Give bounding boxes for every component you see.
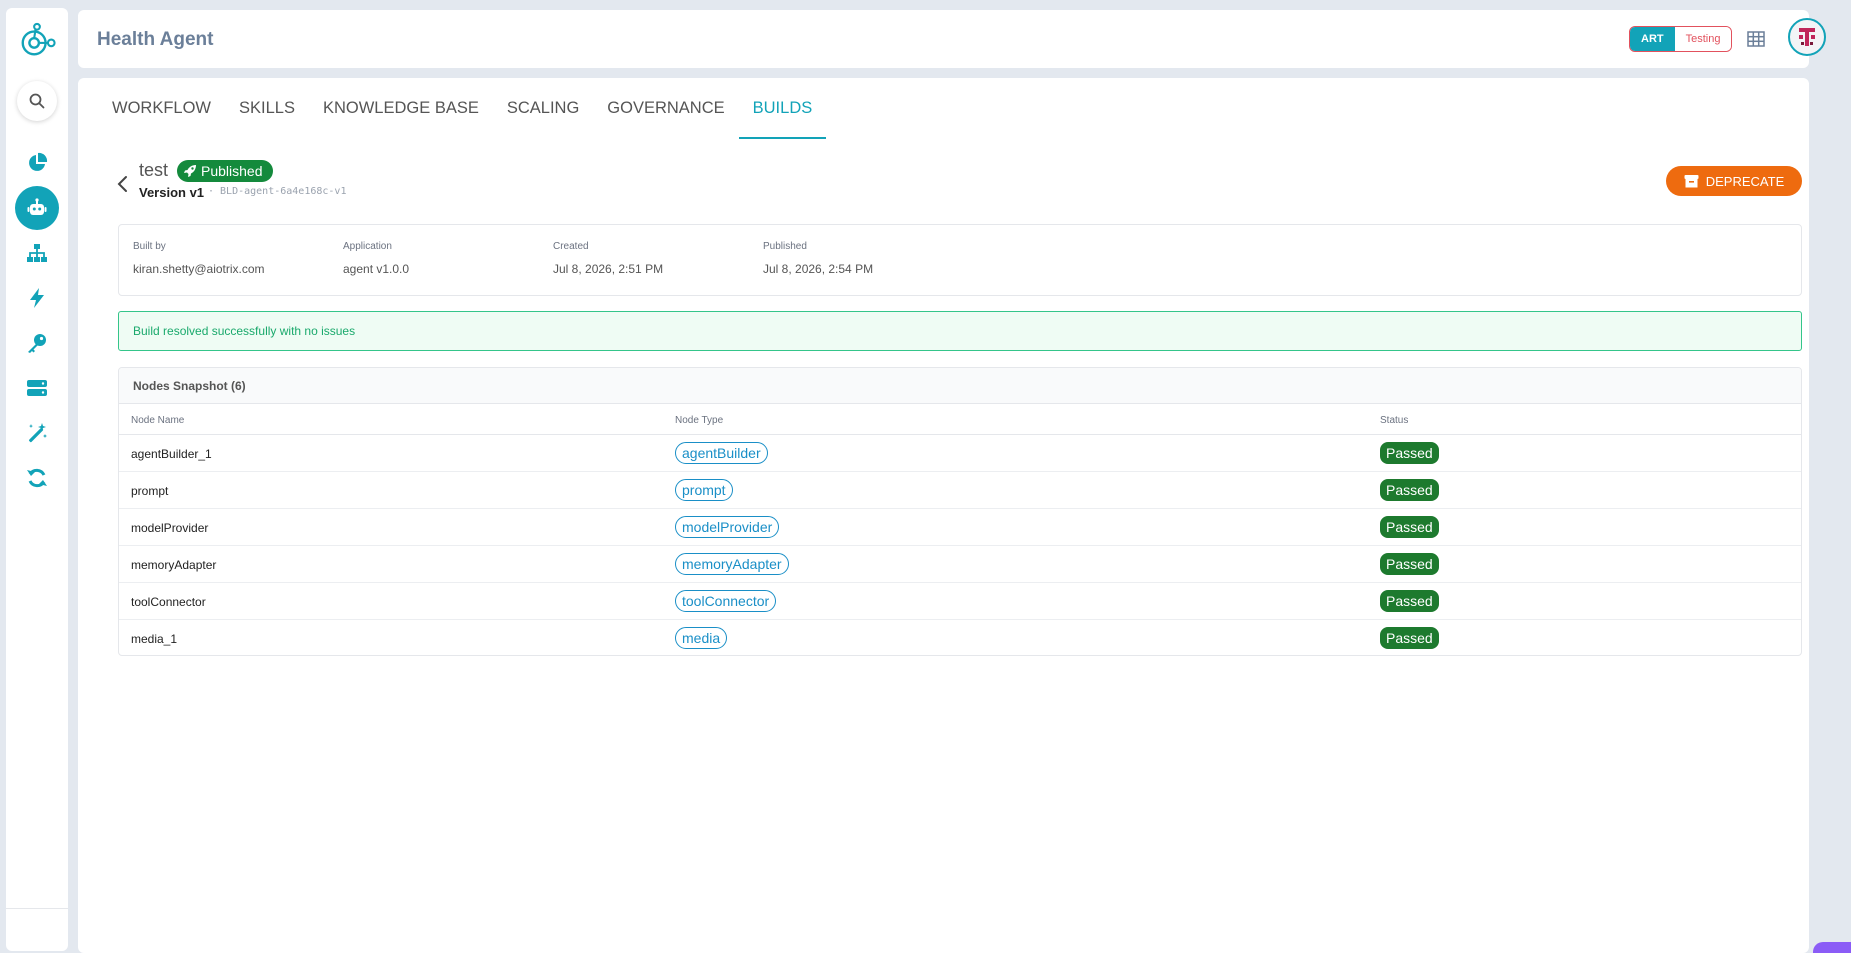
application-value: agent v1.0.0 bbox=[343, 262, 410, 276]
search-button[interactable] bbox=[17, 81, 57, 121]
deprecate-button[interactable]: DEPRECATE bbox=[1666, 166, 1802, 196]
sidebar-item-agents[interactable] bbox=[15, 186, 59, 230]
environment-toggle[interactable]: ART Testing bbox=[1629, 26, 1733, 52]
hierarchy-icon bbox=[27, 244, 47, 262]
node-name: prompt bbox=[131, 484, 169, 498]
status-pill: Passed bbox=[1380, 553, 1439, 575]
bolt-icon bbox=[30, 288, 44, 308]
deprecate-label: DEPRECATE bbox=[1705, 173, 1785, 189]
build-version: Version v1 bbox=[139, 185, 205, 200]
tab-skills[interactable]: SKILLS bbox=[225, 78, 309, 139]
build-info-card: Built by kiran.shetty@aiotrix.com Applic… bbox=[118, 224, 1802, 296]
table-row: prompt prompt Passed bbox=[119, 472, 1801, 509]
sidebar-item-keys[interactable] bbox=[15, 321, 59, 365]
status-badge-label: Published bbox=[201, 163, 263, 179]
published-value: Jul 8, 2026, 2:54 PM bbox=[763, 262, 874, 276]
application-label: Application bbox=[343, 241, 392, 252]
avatar[interactable] bbox=[1788, 18, 1826, 56]
app-logo-icon[interactable] bbox=[18, 22, 56, 60]
main-content: WORKFLOW SKILLS KNOWLEDGE BASE SCALING G… bbox=[78, 78, 1809, 953]
sidebar-item-servers[interactable] bbox=[15, 366, 59, 410]
chat-launcher-button[interactable] bbox=[1813, 942, 1851, 953]
table-row: modelProvider modelProvider Passed bbox=[119, 509, 1801, 546]
sidebar-divider bbox=[6, 908, 68, 909]
pie-chart-icon bbox=[29, 152, 48, 171]
node-name: agentBuilder_1 bbox=[131, 447, 212, 461]
tab-bar: WORKFLOW SKILLS KNOWLEDGE BASE SCALING G… bbox=[98, 78, 827, 139]
sidebar-item-triggers[interactable] bbox=[15, 276, 59, 320]
tab-scaling[interactable]: SCALING bbox=[493, 78, 593, 139]
search-icon bbox=[29, 93, 45, 109]
node-name: memoryAdapter bbox=[131, 558, 217, 572]
status-pill: Passed bbox=[1380, 442, 1439, 464]
nodes-snapshot-card: Nodes Snapshot (6) Node Name Node Type S… bbox=[118, 367, 1802, 656]
built-by-label: Built by bbox=[133, 241, 166, 252]
success-banner: Build resolved successfully with no issu… bbox=[118, 311, 1802, 351]
table-row: agentBuilder_1 agentBuilder Passed bbox=[119, 435, 1801, 472]
sync-icon bbox=[27, 468, 47, 488]
tab-governance[interactable]: GOVERNANCE bbox=[593, 78, 738, 139]
published-label: Published bbox=[763, 241, 807, 252]
tab-builds[interactable]: BUILDS bbox=[738, 78, 827, 139]
node-type-pill: modelProvider bbox=[675, 516, 780, 538]
sidebar-item-sync[interactable] bbox=[15, 456, 59, 500]
env-option-testing[interactable]: Testing bbox=[1674, 27, 1732, 51]
node-name: media_1 bbox=[131, 632, 178, 646]
node-type-pill: agentBuilder bbox=[675, 442, 768, 464]
tab-workflow[interactable]: WORKFLOW bbox=[98, 78, 225, 139]
status-pill: Passed bbox=[1380, 516, 1439, 538]
top-header: Health Agent ART Testing bbox=[78, 10, 1826, 68]
column-node-name: Node Name bbox=[131, 415, 185, 426]
table-row: media_1 media Passed bbox=[119, 620, 1801, 655]
nodes-snapshot-title: Nodes Snapshot (6) bbox=[119, 368, 1801, 404]
node-type-pill: media bbox=[675, 627, 728, 649]
status-badge: Published bbox=[177, 160, 273, 182]
node-name: toolConnector bbox=[131, 595, 206, 609]
node-type-pill: memoryAdapter bbox=[675, 553, 789, 575]
table-row: memoryAdapter memoryAdapter Passed bbox=[119, 546, 1801, 583]
server-icon bbox=[27, 380, 47, 396]
status-pill: Passed bbox=[1380, 479, 1439, 501]
back-chevron-icon[interactable] bbox=[116, 174, 130, 194]
table-header: Node Name Node Type Status bbox=[119, 404, 1801, 435]
status-pill: Passed bbox=[1380, 627, 1439, 649]
env-option-art[interactable]: ART bbox=[1630, 27, 1675, 51]
sidebar-item-analytics[interactable] bbox=[15, 141, 59, 185]
column-node-type: Node Type bbox=[675, 415, 724, 426]
sidebar bbox=[6, 8, 68, 951]
node-name: modelProvider bbox=[131, 521, 209, 535]
table-row: toolConnector toolConnector Passed bbox=[119, 583, 1801, 620]
apps-grid-icon[interactable] bbox=[1746, 29, 1766, 49]
rocket-icon bbox=[184, 165, 196, 177]
sidebar-item-magic[interactable] bbox=[15, 411, 59, 455]
column-status: Status bbox=[1380, 415, 1409, 426]
user-avatar-icon bbox=[1799, 28, 1815, 46]
magic-wand-icon bbox=[28, 423, 47, 443]
build-name: test bbox=[139, 160, 169, 180]
page-title: Health Agent bbox=[97, 29, 214, 50]
robot-icon bbox=[27, 198, 47, 215]
tab-knowledge-base[interactable]: KNOWLEDGE BASE bbox=[309, 78, 493, 139]
created-value: Jul 8, 2026, 2:51 PM bbox=[553, 262, 664, 276]
key-icon bbox=[28, 334, 46, 353]
created-label: Created bbox=[553, 241, 589, 252]
status-pill: Passed bbox=[1380, 590, 1439, 612]
build-id: · BLD-agent-6a4e168c-v1 bbox=[208, 186, 347, 197]
node-type-pill: prompt bbox=[675, 479, 733, 501]
archive-icon bbox=[1684, 175, 1699, 188]
sidebar-item-hierarchy[interactable] bbox=[15, 231, 59, 275]
node-type-pill: toolConnector bbox=[675, 590, 777, 612]
built-by-value: kiran.shetty@aiotrix.com bbox=[133, 262, 265, 276]
